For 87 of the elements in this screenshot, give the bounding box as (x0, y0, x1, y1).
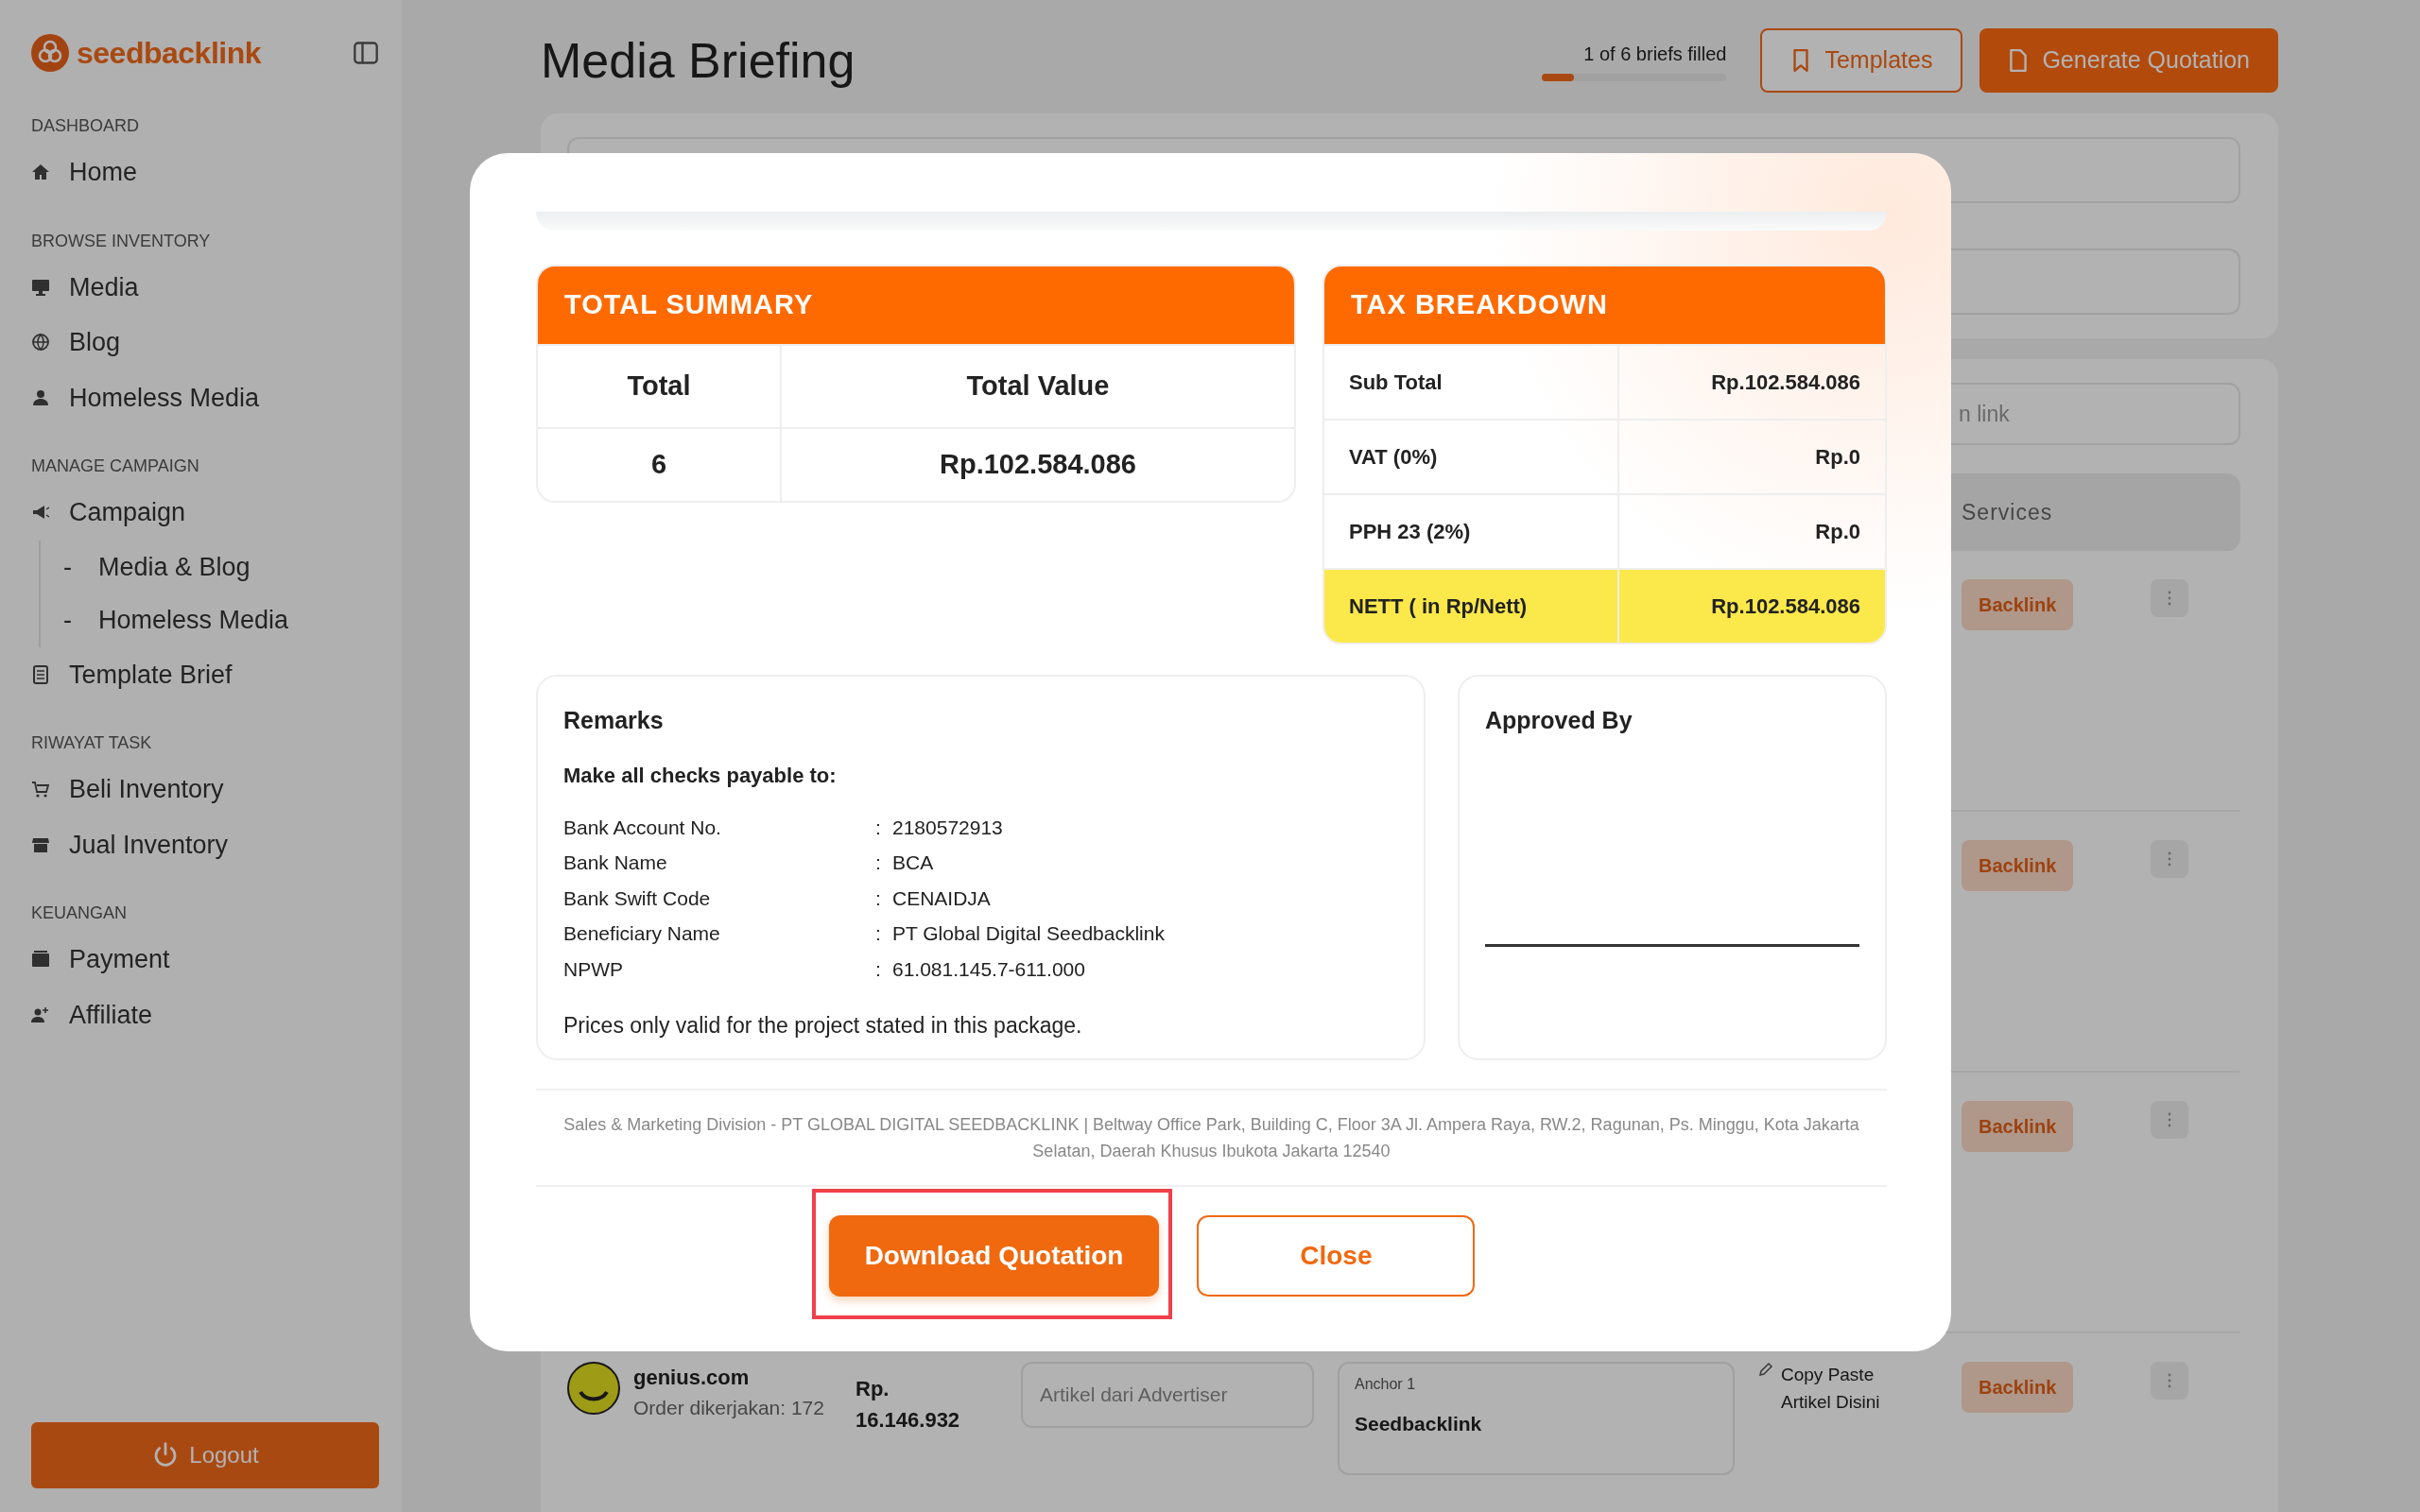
sidebar-toggle-icon[interactable] (353, 40, 379, 66)
column-header: Total Value (782, 344, 1294, 427)
separator: : (875, 815, 882, 840)
field-label: Anchor 1 (1355, 1375, 1417, 1394)
sidebar-item[interactable]: Beli Inventory (31, 762, 379, 817)
separator: : (875, 850, 882, 875)
globe-icon (31, 333, 50, 352)
section-heading: KEUANGAN (31, 902, 129, 924)
dash-marker: - (63, 551, 72, 583)
field-label: Beneficiary Name (563, 921, 721, 946)
price-text: Rp. 16.146.932 (856, 1376, 961, 1434)
field-label: Bank Account No. (563, 815, 722, 840)
sidebar-subitem[interactable]: Media & Blog (98, 547, 251, 586)
row-label: Sub Total (1324, 346, 1619, 419)
progress-text: 1 of 6 briefs filled (1582, 43, 1727, 66)
logo-icon (31, 34, 69, 72)
more-button[interactable] (2151, 579, 2188, 617)
section-heading: RIWAYAT TASK (31, 732, 153, 754)
more-button[interactable] (2151, 1362, 2188, 1400)
row-label: NETT ( in Rp/Nett) (1324, 570, 1619, 643)
sidebar-item[interactable]: Jual Inventory (31, 816, 379, 872)
copy-paste-link[interactable]: Copy Paste Artikel Disini (1781, 1362, 1904, 1416)
row-label: VAT (0%) (1324, 421, 1619, 493)
approval-title: Approved By (1485, 706, 1634, 735)
sidebar-item[interactable]: Affiliate (31, 987, 379, 1042)
sidebar-item[interactable]: Home (31, 145, 379, 200)
field-value: 61.081.145.7-611.000 (892, 956, 1086, 982)
field-label: Bank Name (563, 850, 668, 875)
kebab-icon (2168, 851, 2171, 867)
row-value: Rp.102.584.086 (1710, 369, 1861, 396)
field-value: PT Global Digital Seedbacklink (892, 921, 1166, 946)
person-icon (31, 387, 50, 407)
cart-icon (31, 780, 50, 799)
anchor-field[interactable]: Anchor 1 Seedbacklink (1338, 1362, 1735, 1475)
table-cell: Rp.102.584.086 (782, 427, 1294, 501)
sidebar-item[interactable]: Homeless Media (31, 369, 379, 425)
sidebar-subitem[interactable]: Homeless Media (98, 601, 289, 640)
service-tag: Backlink (1962, 840, 2074, 891)
monitor-icon (31, 277, 50, 297)
sidebar-item[interactable]: Payment (31, 932, 379, 988)
field-value: BCA (892, 850, 935, 875)
kebab-icon (2168, 1112, 2171, 1127)
service-tag: Backlink (1962, 1101, 2074, 1152)
footer-address: Sales & Marketing Division - PT GLOBAL DIGITAL SEEDBACKLINK | Beltway Office Park, Building C, Floor 3A Jl. Ampera Raya, RW.2, Ragunan, Ps. Minggu, Kota Jakarta Selatan, Daerah Khusus Ibukota Jakarta 12540 (536, 1089, 1887, 1187)
sidebar-item[interactable]: Template Brief (31, 646, 379, 702)
kebab-icon (2168, 591, 2171, 606)
separator: : (875, 921, 882, 946)
file-icon (2008, 48, 2030, 73)
remarks-note: Prices only valid for the project stated in this package. (563, 1012, 1083, 1040)
page-title: Media Briefing (541, 31, 856, 90)
more-button[interactable] (2151, 1101, 2188, 1139)
wallet-icon (31, 950, 50, 970)
kebab-icon (2168, 1373, 2171, 1388)
people-icon (31, 1005, 50, 1024)
service-tag: Backlink (1962, 579, 2074, 630)
separator: : (875, 956, 882, 982)
section-heading: DASHBOARD (31, 115, 141, 137)
column-header: Services (1962, 498, 2054, 526)
sidebar-item[interactable]: Media (31, 259, 379, 315)
column-header: Total (538, 344, 782, 427)
row-value: Rp.0 (1814, 519, 1861, 545)
separator: : (875, 885, 882, 911)
card-title: TAX BREAKDOWN (1324, 266, 1885, 344)
more-button[interactable] (2151, 840, 2188, 878)
home-icon (31, 163, 50, 182)
field-label: Bank Swift Code (563, 885, 712, 911)
card-title: TOTAL SUMMARY (538, 266, 1294, 344)
order-count: Order dikerjakan: 172 (633, 1396, 824, 1420)
service-tag: Backlink (1962, 1362, 2074, 1413)
media-name[interactable]: genius.com (633, 1362, 824, 1393)
field-value: CENAIDJA (892, 885, 992, 911)
table-cell: 6 (538, 427, 782, 501)
section-heading: MANAGE CAMPAIGN (31, 455, 200, 477)
avatar (567, 1362, 620, 1415)
row-value: Rp.0 (1814, 444, 1861, 471)
field-value: 2180572913 (892, 815, 1004, 840)
pencil-icon (1758, 1362, 1773, 1377)
field-label: NPWP (563, 956, 624, 982)
row-value: Rp.102.584.086 (1710, 593, 1861, 620)
section-heading: BROWSE INVENTORY (31, 230, 212, 252)
field-value: Seedbacklink (1355, 1412, 1483, 1436)
remarks-title: Remarks (563, 706, 665, 735)
sidebar-item[interactable]: Blog (31, 315, 379, 370)
remarks-subtitle: Make all checks payable to: (563, 762, 838, 789)
document-icon (31, 664, 50, 684)
dash-marker: - (63, 605, 72, 636)
sidebar-item[interactable]: Campaign (31, 485, 379, 541)
